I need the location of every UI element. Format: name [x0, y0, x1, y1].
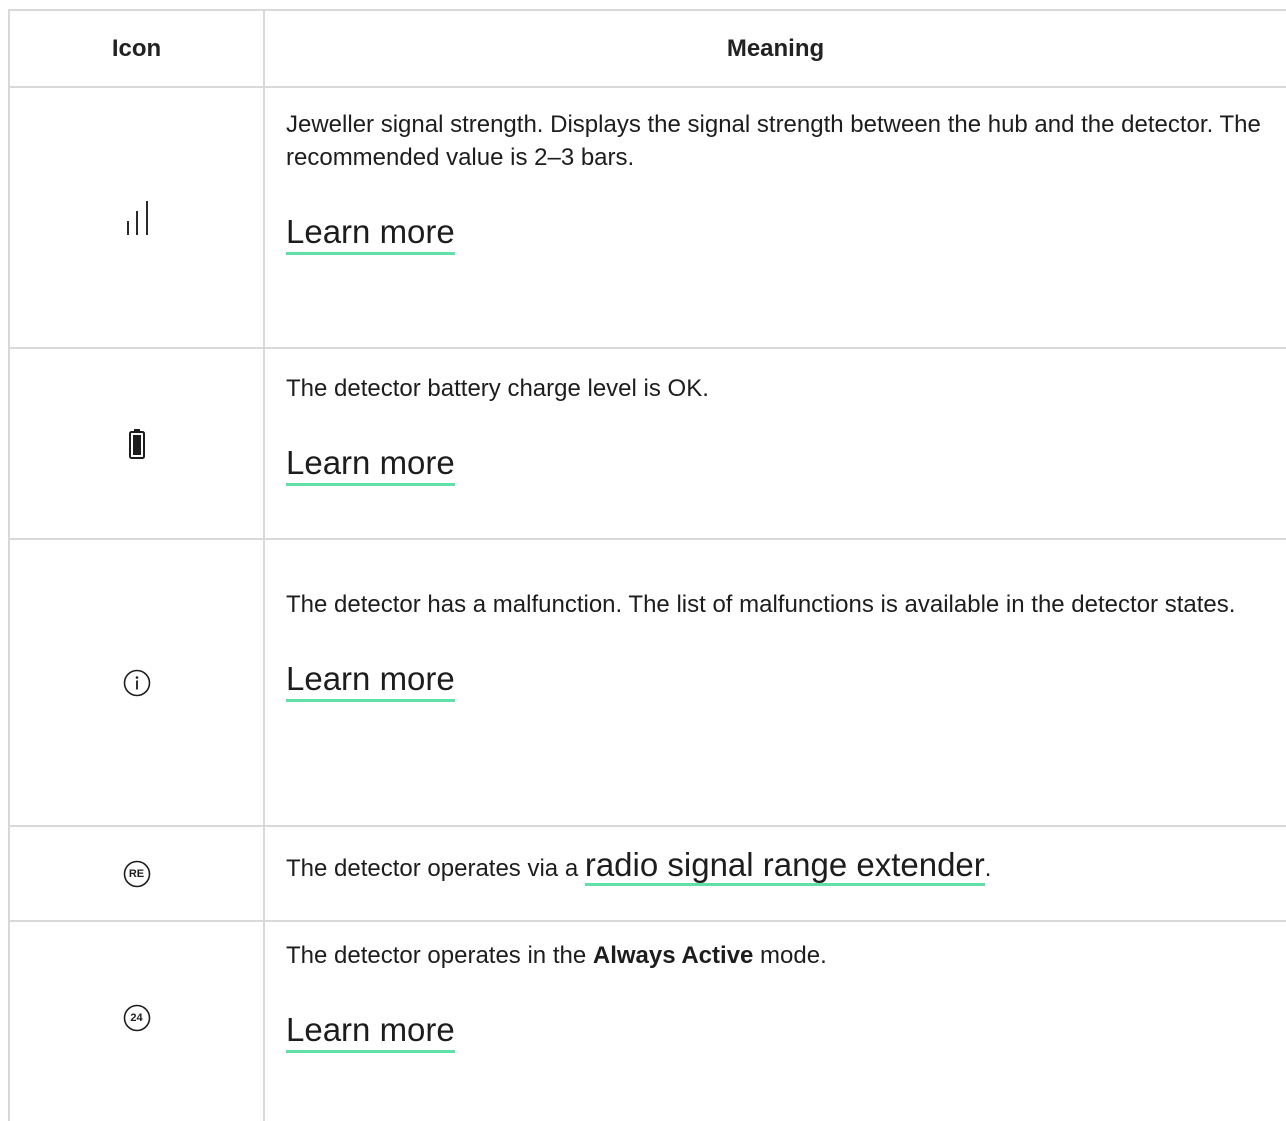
- battery-icon: [128, 428, 145, 459]
- table-row-meaning: The detector has a malfunction. The list…: [286, 588, 1276, 702]
- row-description: The detector operates via a radio signal…: [286, 846, 1276, 886]
- table-row-meaning: The detector operates in the Always Acti…: [286, 939, 1276, 1053]
- row-description: Jeweller signal strength. Displays the s…: [286, 111, 1261, 171]
- always-active-label: Always Active: [592, 942, 754, 969]
- table-row-meaning: The detector battery charge level is OK.…: [286, 372, 1276, 486]
- row-description: The detector battery charge level is OK.: [286, 375, 709, 402]
- table-row-icon-cell: [10, 88, 263, 347]
- 24-badge-label: 24: [130, 1011, 143, 1024]
- row-text-before: The detector operates via a: [286, 855, 585, 882]
- header-icon: Icon: [111, 34, 162, 62]
- column-divider: [263, 9, 265, 1121]
- row-description: The detector operates in the Always Acti…: [286, 939, 1276, 972]
- info-icon: [123, 669, 151, 697]
- table-row-icon-cell: [10, 540, 263, 825]
- re-badge-label: RE: [128, 867, 145, 880]
- row-description: The detector has a malfunction. The list…: [286, 591, 1236, 618]
- signal-strength-icon: [121, 200, 153, 235]
- re-badge-icon: RE: [123, 860, 151, 888]
- table-row-icon-cell: RE: [10, 827, 263, 920]
- row-text-before: The detector operates in the: [286, 942, 593, 969]
- row-text-after: .: [984, 855, 992, 882]
- learn-more-link[interactable]: Learn more: [286, 1010, 455, 1053]
- table-row-icon-cell: 24: [10, 922, 263, 1121]
- 24-badge-icon: 24: [123, 1004, 151, 1032]
- range-extender-link[interactable]: radio signal range extender: [584, 846, 985, 886]
- table-row-meaning: Jeweller signal strength. Displays the s…: [286, 108, 1276, 255]
- table-row-meaning: The detector operates via a radio signal…: [286, 846, 1276, 886]
- row-text-after: mode.: [753, 942, 827, 969]
- learn-more-link[interactable]: Learn more: [286, 443, 455, 486]
- header-meaning: Meaning: [726, 34, 825, 62]
- table-row-icon-cell: [10, 349, 263, 538]
- learn-more-link[interactable]: Learn more: [286, 212, 455, 255]
- learn-more-link[interactable]: Learn more: [286, 659, 455, 702]
